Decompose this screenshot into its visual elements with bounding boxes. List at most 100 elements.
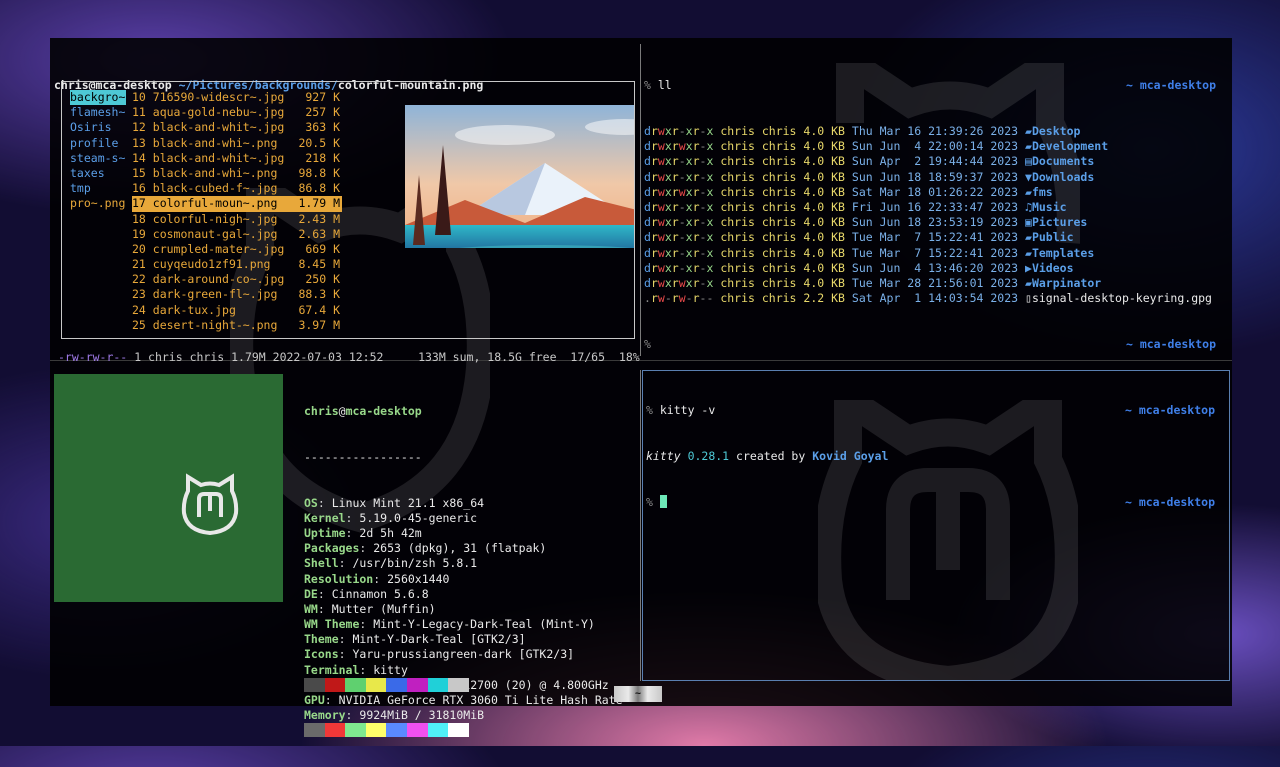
info-row: Kernel: 5.19.0-45-generic — [304, 510, 478, 525]
parent-dir-item[interactable]: taxes — [70, 166, 126, 181]
file-index: 23 — [132, 287, 153, 302]
parent-dir-item[interactable]: flamesh~ — [70, 105, 126, 120]
parent-dir-item[interactable]: pro~.png — [70, 196, 126, 211]
prompt-host: ~ mca-desktop — [1125, 336, 1216, 351]
pane-divider-vertical[interactable] — [640, 370, 641, 681]
modified-date: Tue Mar 7 15:22:41 2023 — [851, 245, 1019, 260]
listing-row[interactable]: .rw-rw-r-- chris chris 2.2 KB Sat Apr 1 … — [644, 291, 1222, 306]
file-row[interactable]: 24 dark-tux.jpg 67.4 K — [132, 303, 342, 318]
file-size: 88.3 K — [298, 287, 340, 302]
listing-row[interactable]: drwxr-xr-x chris chris 4.0 KB Sun Jun 4 … — [644, 261, 1222, 276]
entry-name: Templates — [1031, 245, 1095, 260]
file-size: 4.0 KB — [803, 169, 845, 184]
ranger-pane[interactable]: chris@mca-desktop ~/Pictures/backgrounds… — [54, 48, 640, 364]
file-row[interactable]: 15 black-and-whi~.png 98.8 K — [132, 166, 342, 181]
entry-name: Warpinator — [1031, 275, 1102, 290]
terminal-cursor[interactable] — [659, 494, 667, 508]
permissions: drwxr-xr-x — [644, 169, 714, 184]
file-index: 19 — [132, 226, 153, 241]
parent-dir-item[interactable]: tmp — [70, 181, 126, 196]
info-row: WM: Mutter (Muffin) — [304, 601, 436, 616]
file-row[interactable]: 21 cuyqeudo1zf91.png 8.45 M — [132, 257, 342, 272]
file-row[interactable]: 10 716590-widescr~.jpg 927 K — [132, 90, 342, 105]
neofetch-pane[interactable]: chris@mca-desktop ----------------- OS: … — [50, 370, 638, 737]
permissions: drwxr-xr-x — [644, 245, 714, 260]
folder-icon: ▰ — [1025, 245, 1032, 260]
entry-name: Videos — [1031, 260, 1074, 275]
permissions: drwxrwxr-x — [644, 275, 714, 290]
listing-row[interactable]: drwxrwxr-x chris chris 4.0 KB Tue Mar 28… — [644, 276, 1222, 291]
ranger-browser[interactable]: backgro~ flamesh~ Osiris profile steam-s~ tax… — [61, 81, 635, 339]
listing-row[interactable]: drwxrwxr-x chris chris 4.0 KB Sun Jun 4 … — [644, 139, 1222, 154]
owner: chris chris — [720, 291, 797, 306]
entry-name: Pictures — [1031, 215, 1088, 230]
kitty-prompt-line[interactable]: % ~ mca-desktop — [646, 494, 1221, 510]
prompt-symbol: % — [646, 494, 653, 509]
file-row[interactable]: 23 dark-green-fl~.jpg 88.3 K — [132, 287, 342, 302]
file-size: 4.0 KB — [803, 215, 845, 230]
info-key: Theme — [304, 632, 339, 647]
parent-dir-item[interactable]: steam-s~ — [70, 151, 126, 166]
color-swatch — [365, 678, 387, 693]
status-info: 1 chris chris 1.79M 2022-07-03 12:52 — [134, 350, 384, 364]
kitty-name: kitty — [646, 449, 681, 463]
modified-date: Tue Mar 7 15:22:41 2023 — [851, 230, 1019, 245]
modified-date: Thu Mar 16 21:39:26 2023 — [851, 124, 1019, 138]
ll-prompt-line: % ll ~ mca-desktop — [644, 78, 1222, 93]
entry-name: Music — [1031, 199, 1067, 214]
file-size: 2.43 M — [298, 211, 340, 226]
listing-row[interactable]: drwxr-xr-x chris chris 4.0 KB Sun Jun 18… — [644, 215, 1222, 230]
file-size: 927 K — [305, 90, 340, 104]
listing-row[interactable]: drwxr-xr-x chris chris 4.0 KB Tue Mar 7 … — [644, 246, 1222, 261]
listing-row[interactable]: drwxr-xr-x chris chris 4.0 KB Tue Mar 7 … — [644, 230, 1222, 245]
modified-date: Fri Jun 16 22:33:47 2023 — [851, 199, 1019, 214]
file-row[interactable]: 25 desert-night-~.png 3.97 M — [132, 318, 342, 333]
parent-dir-item[interactable]: Osiris — [70, 120, 126, 135]
file-column[interactable]: 10 716590-widescr~.jpg 927 K 11 aqua-gold-… — [132, 90, 342, 333]
file-size: 4.0 KB — [803, 154, 845, 169]
info-key: DE — [304, 586, 318, 601]
file-row[interactable]: 13 black-and-whi~.png 20.5 K — [132, 136, 342, 151]
listing-row[interactable]: drwxr-xr-x chris chris 4.0 KB Sun Apr 2 … — [644, 154, 1222, 169]
ll-pane[interactable]: % ll ~ mca-desktop drwxr-xr-x chris chris… — [644, 48, 1222, 382]
listing-row[interactable]: drwxr-xr-x chris chris 4.0 KB Fri Jun 16… — [644, 200, 1222, 215]
status-perms: -rw-rw-r-- — [58, 350, 128, 364]
file-row[interactable]: 11 aqua-gold-nebu~.jpg 257 K — [132, 105, 342, 120]
info-row: Theme: Mint-Y-Dark-Teal [GTK2/3] — [304, 632, 526, 647]
file-row[interactable]: 12 black-and-whit~.jpg 363 K — [132, 120, 342, 135]
file-row[interactable]: 17 colorful-moun~.png 1.79 M — [132, 196, 342, 212]
command-text: ll — [657, 78, 672, 93]
file-size: 86.8 K — [298, 181, 340, 196]
modified-date: Sun Jun 18 18:59:37 2023 — [851, 169, 1019, 184]
tab-home[interactable]: ~ — [614, 686, 662, 702]
file-size: 4.0 KB — [803, 245, 845, 260]
file-name: aqua-gold-nebu~.jpg — [152, 105, 285, 120]
listing-row[interactable]: drwxr-xr-x chris chris 4.0 KB Thu Mar 16… — [644, 124, 1222, 139]
command-text: kitty -v — [659, 403, 716, 418]
file-row[interactable]: 16 black-cubed-f~.jpg 86.8 K — [132, 181, 342, 196]
file-index: 11 — [132, 105, 153, 120]
file-size: 2.63 M — [298, 226, 340, 241]
folder-icon: ▰ — [1025, 230, 1032, 245]
owner: chris chris — [720, 245, 797, 260]
info-row: DE: Cinnamon 5.6.8 — [304, 586, 429, 601]
file-row[interactable]: 22 dark-around-co~.jpg 250 K — [132, 272, 342, 287]
parent-column[interactable]: backgro~ flamesh~ Osiris profile steam-s~ tax… — [70, 90, 126, 212]
color-swatch — [324, 678, 346, 693]
file-row[interactable]: 14 black-and-whit~.jpg 218 K — [132, 151, 342, 166]
info-key: OS — [304, 495, 318, 510]
parent-dir-item[interactable]: profile — [70, 136, 126, 151]
parent-dir-item[interactable]: backgro~ — [70, 90, 126, 106]
kitty-pane[interactable]: % kitty -v ~ mca-desktop kitty 0.28.1 cre… — [642, 370, 1230, 681]
neofetch-user: chris — [304, 404, 339, 419]
listing-row[interactable]: drwxr-xr-x chris chris 4.0 KB Sun Jun 18… — [644, 170, 1222, 185]
pane-divider-vertical[interactable] — [640, 44, 641, 356]
neofetch-title: chris@mca-desktop — [304, 404, 634, 419]
info-row: WM Theme: Mint-Y-Legacy-Dark-Teal (Mint-… — [304, 617, 595, 632]
listing-row[interactable]: drwxrwxr-x chris chris 4.0 KB Sat Mar 18… — [644, 185, 1222, 200]
file-row[interactable]: 20 crumpled-mater~.jpg 669 K — [132, 242, 342, 257]
file-size: 4.0 KB — [803, 230, 845, 245]
file-size: 67.4 K — [298, 302, 340, 317]
file-row[interactable]: 18 colorful-nigh~.jpg 2.43 M — [132, 212, 342, 227]
file-row[interactable]: 19 cosmonaut-gal~.jpg 2.63 M — [132, 227, 342, 242]
